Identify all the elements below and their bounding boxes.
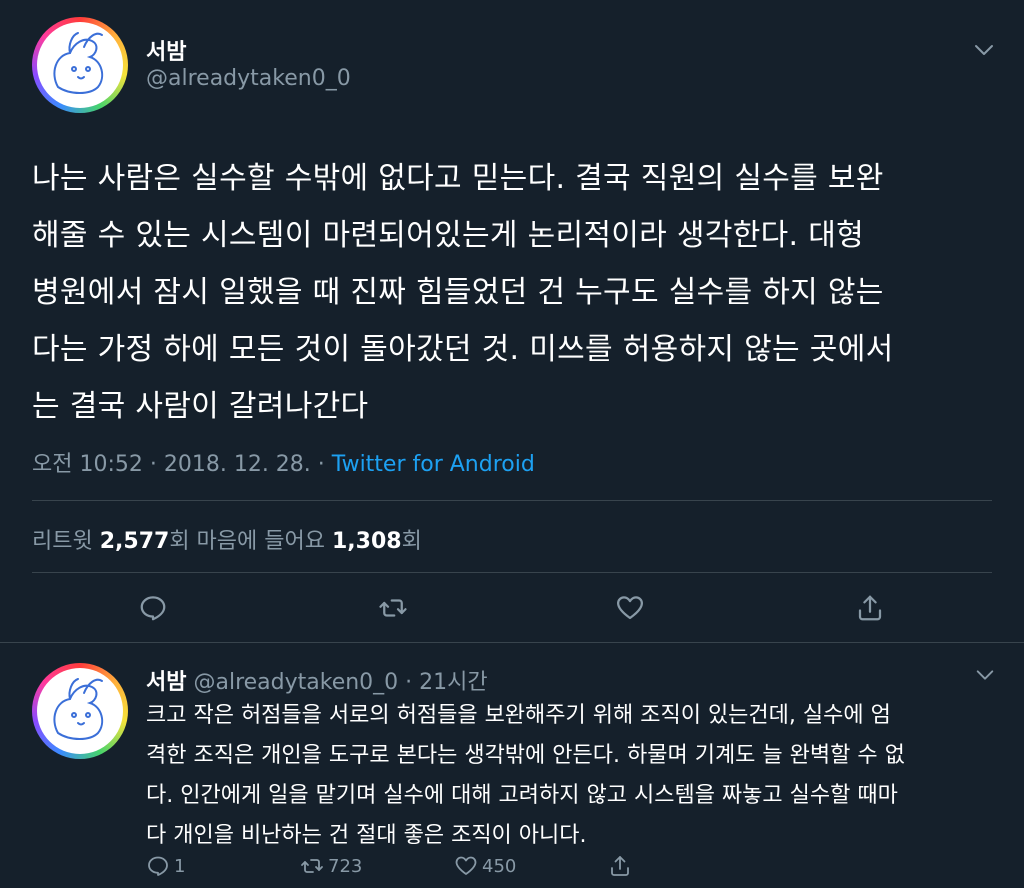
share-action[interactable] — [608, 852, 636, 880]
reply-action[interactable]: 1 — [146, 852, 185, 880]
like-unit: 회 — [401, 529, 422, 554]
timestamp: 오전 10:52 · 2018. 12. 28. · — [32, 452, 332, 477]
reply-text-line: 크고 작은 허점들을 서로의 허점들을 보완해주기 위해 조직이 있는건데, 실… — [146, 703, 891, 728]
like-count[interactable]: 1,308 — [332, 529, 402, 554]
avatar-image — [37, 668, 123, 754]
retweet-count[interactable]: 2,577 — [100, 529, 170, 554]
retweet-action[interactable]: 723 — [300, 852, 362, 880]
chevron-down-icon[interactable] — [972, 38, 996, 62]
like-count: 450 — [482, 855, 517, 877]
retweet-label: 리트윗 — [32, 529, 100, 554]
tweet-text-line: 다는 가정 하에 모든 것이 돌아갔던 것. 미쓰를 허용하지 않는 곳에서 — [32, 332, 894, 367]
avatar[interactable] — [32, 17, 128, 113]
rabbit-drawing-icon — [53, 678, 104, 740]
rabbit-drawing-icon — [53, 32, 104, 94]
share-icon[interactable] — [855, 593, 885, 623]
divider — [32, 500, 992, 501]
chevron-down-icon[interactable] — [974, 664, 996, 686]
tweet-text-line: 해줄 수 있는 시스템이 마련되어있는게 논리적이라 생각한다. 대형 — [32, 218, 864, 253]
retweet-icon — [301, 859, 323, 873]
author-name[interactable]: 서밤 — [146, 34, 186, 66]
tweet-text: 나는 사람은 실수할 수밖에 없다고 믿는다. 결국 직원의 실수를 보완 해줄… — [32, 150, 1002, 435]
source-link[interactable]: Twitter for Android — [332, 452, 535, 477]
divider — [32, 572, 992, 573]
like-icon — [455, 856, 477, 875]
engagement-stats: 리트윗 2,577회 마음에 들어요 1,308회 — [32, 523, 422, 555]
tweet-meta: 오전 10:52 · 2018. 12. 28. · Twitter for A… — [32, 446, 535, 478]
like-icon[interactable] — [615, 593, 645, 623]
like-action[interactable]: 450 — [454, 852, 516, 880]
reply-count: 1 — [174, 855, 186, 877]
reply-text-line: 다 개인을 비난하는 건 절대 좋은 조직이 아니다. — [146, 823, 587, 848]
author-handle[interactable]: @alreadytaken0_0 — [146, 66, 351, 91]
tweet-detail-page: 서밤 @alreadytaken0_0 나는 사람은 실수할 수밖에 없다고 믿… — [0, 0, 1024, 888]
tweet-text-line: 는 결국 사람이 갈려나간다 — [32, 389, 369, 424]
reply-time: · 21시간 — [398, 670, 488, 695]
retweet-unit: 회 마음에 들어요 — [169, 529, 332, 554]
reply-header: 서밤 @alreadytaken0_0 · 21시간 — [146, 664, 488, 696]
avatar[interactable] — [32, 663, 128, 759]
retweet-count: 723 — [328, 855, 363, 877]
reply-icon — [148, 856, 168, 876]
retweet-icon[interactable] — [378, 593, 408, 623]
reply-icon[interactable] — [138, 593, 168, 623]
author-handle[interactable]: @alreadytaken0_0 — [186, 670, 398, 695]
share-icon — [611, 856, 629, 876]
reply-text-line: 격한 조직은 개인을 도구로 본다는 생각밖에 안든다. 하물며 기계도 늘 완… — [146, 743, 905, 768]
reply-text: 크고 작은 허점들을 서로의 허점들을 보완해주기 위해 조직이 있는건데, 실… — [146, 696, 1006, 856]
author-name[interactable]: 서밤 — [146, 670, 186, 695]
avatar-image — [37, 22, 123, 108]
tweet-text-line: 병원에서 잠시 일했을 때 진짜 힘들었던 건 누구도 실수를 하지 않는 — [32, 275, 884, 310]
tweet-text-line: 나는 사람은 실수할 수밖에 없다고 믿는다. 결국 직원의 실수를 보완 — [32, 161, 884, 196]
divider — [0, 642, 1024, 643]
reply-text-line: 다. 인간에게 일을 맡기며 실수에 대해 고려하지 않고 시스템을 짜놓고 실… — [146, 783, 898, 808]
